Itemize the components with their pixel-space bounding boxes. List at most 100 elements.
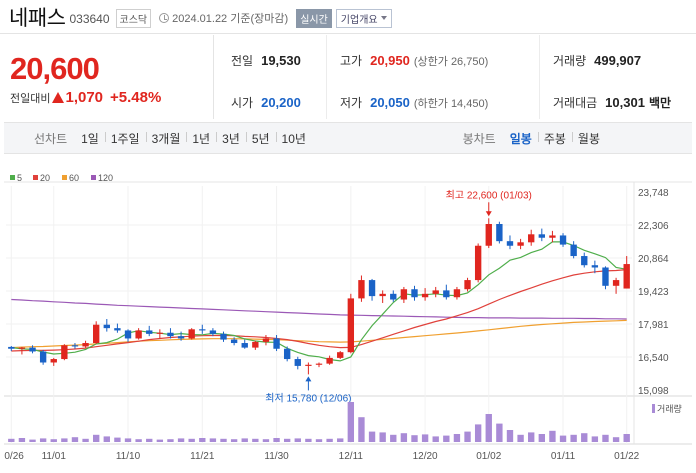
current-price: 20,600: [10, 51, 100, 86]
stock-header: 네패스 033640 코스닥 2024.01.22 기준(장마감) 실시간 기업…: [0, 0, 696, 34]
volume-bar: [559, 435, 567, 442]
x-tick-label: 11/21: [190, 451, 215, 462]
stock-name: 네패스: [9, 6, 66, 30]
volume-bar: [156, 439, 164, 442]
volume-bar: [252, 438, 259, 442]
price-panel: 20,600 전일대비 1,070 +5.48%: [0, 35, 214, 119]
candle-body: [103, 324, 110, 329]
candle-body: [390, 293, 397, 300]
y-tick-label: 15,098: [638, 386, 669, 397]
candle-body: [241, 343, 248, 348]
x-tick-label: 11/01: [42, 451, 67, 462]
volume-bar: [39, 438, 47, 442]
volume-bar: [538, 434, 545, 442]
stock-code: 033640: [69, 11, 110, 26]
tab-3y[interactable]: 3년: [216, 130, 246, 147]
candle-body: [29, 347, 36, 352]
legend-label-5: 5: [17, 173, 22, 183]
y-tick-label: 22,306: [638, 221, 669, 232]
tab-weekly[interactable]: 주봉: [537, 130, 572, 147]
volume-bar: [273, 438, 280, 442]
candle-body: [167, 332, 174, 337]
candle-body: [156, 332, 164, 334]
tab-1d[interactable]: 1일: [75, 130, 105, 147]
volume-bar: [283, 438, 291, 442]
candle-body: [421, 293, 429, 298]
candle-body: [485, 224, 492, 246]
clock-icon: [159, 13, 170, 23]
volume-bar: [167, 439, 174, 442]
volume-bar: [50, 439, 57, 442]
candle-body: [400, 289, 408, 300]
volume-bar: [400, 433, 408, 442]
stat-volume: 거래량 499,907: [553, 53, 642, 68]
candle-body: [8, 346, 15, 349]
candlestick-chart[interactable]: 5 20 60 120 23,748 22,306 20,864 19,423 17,981 16…: [4, 170, 692, 473]
change-amount: 1,070: [65, 89, 104, 106]
volume-bar: [71, 437, 79, 442]
legend-swatch: [62, 175, 67, 180]
y-tick-label: 16,540: [638, 353, 669, 364]
market-badge: 코스닥: [115, 8, 152, 28]
price-change: 전일대비 1,070 +5.48%: [10, 89, 213, 106]
company-overview-dropdown[interactable]: 기업개요: [335, 8, 392, 28]
candle-body: [464, 280, 471, 290]
x-tick-label: 01/11: [551, 451, 576, 462]
volume-bar: [506, 430, 514, 442]
candle-body: [496, 224, 503, 242]
candle-body: [358, 280, 365, 299]
divider: [326, 35, 327, 119]
legend-label-60: 60: [69, 173, 79, 183]
volume-bar: [474, 424, 482, 442]
volume-bar: [411, 435, 418, 442]
candle-body: [581, 256, 588, 266]
volume-bar: [294, 438, 301, 442]
legend-swatch: [91, 175, 96, 180]
tab-daily[interactable]: 일봉: [504, 130, 538, 147]
candle-body: [50, 359, 57, 363]
volume-bar: [103, 436, 110, 442]
tab-monthly[interactable]: 월봉: [571, 130, 606, 147]
tab-10y[interactable]: 10년: [275, 130, 312, 147]
x-tick-label: 01/22: [614, 451, 639, 462]
volume-bar: [443, 435, 450, 442]
volume-bar: [496, 423, 503, 442]
candle-body: [443, 290, 450, 298]
volume-bar: [61, 438, 68, 442]
volume-bar: [326, 438, 333, 442]
divider: [539, 35, 540, 119]
stat-open: 시가 20,200: [231, 95, 301, 110]
tab-3m[interactable]: 3개월: [145, 130, 187, 147]
candle-body: [230, 339, 238, 344]
tab-1w[interactable]: 1주일: [104, 130, 146, 147]
x-tick-label: 01/02: [476, 451, 501, 462]
x-tick-label: 12/20: [413, 451, 438, 462]
y-tick-label: 23,748: [638, 188, 669, 199]
candle-body: [82, 343, 89, 347]
candle-body: [135, 330, 142, 339]
volume-legend-swatch: [652, 404, 655, 413]
x-tick-label: 10/26: [4, 451, 24, 462]
tab-5y[interactable]: 5년: [245, 130, 276, 147]
candle-body: [124, 330, 132, 339]
up-arrow-icon: [52, 92, 65, 103]
volume-bar: [453, 434, 461, 442]
volume-bar: [199, 438, 206, 442]
tab-1y[interactable]: 1년: [186, 130, 216, 147]
legend-label-20: 20: [40, 173, 50, 183]
volume-bar: [623, 434, 630, 442]
candle-body: [252, 341, 259, 348]
legend-swatch: [10, 175, 15, 180]
ma5-line: [11, 241, 627, 362]
volume-bar: [464, 431, 471, 442]
candle-body: [517, 242, 524, 246]
candle-body: [570, 244, 577, 257]
realtime-button[interactable]: 실시간: [296, 8, 332, 28]
candle-body: [623, 264, 630, 289]
volume-bar: [379, 432, 386, 442]
candle-body: [262, 338, 270, 342]
y-tick-label: 17,981: [638, 320, 669, 331]
volume-bar: [18, 438, 26, 442]
candle-body: [61, 345, 68, 360]
volume-bar: [421, 434, 429, 442]
